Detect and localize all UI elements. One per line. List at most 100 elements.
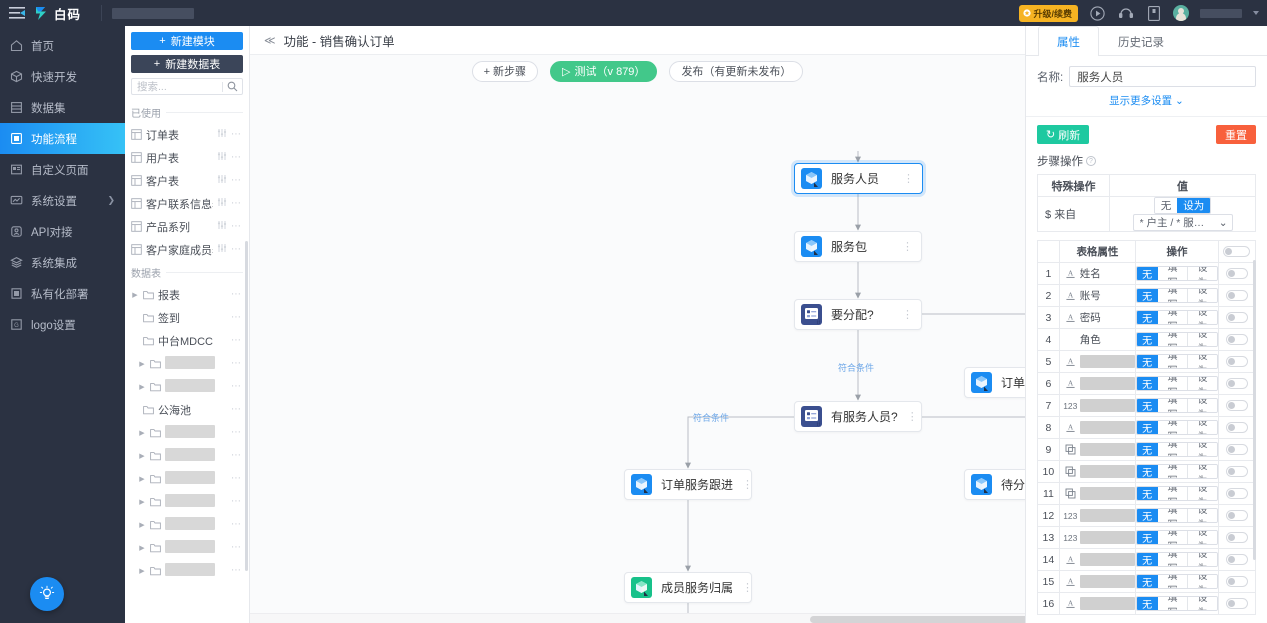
op-fill[interactable]: 填写 [1158,597,1188,610]
tree-item[interactable]: ▶ 报表 ⋯ [131,283,243,306]
list-item[interactable]: 用户表 ⋯ [131,146,243,169]
refresh-button[interactable]: ↻ 刷新 [1037,125,1090,144]
op-fill[interactable]: 填写 [1158,421,1188,434]
ellipsis-icon[interactable]: ⋯ [231,542,241,553]
vertical-dots-icon[interactable]: ⋮ [902,309,915,320]
vertical-dots-icon[interactable]: ⋮ [742,479,755,490]
op-fill[interactable]: 填写 [1158,465,1188,478]
menu-collapse-icon[interactable] [0,7,34,19]
expand-triangle-icon[interactable]: ▶ [138,429,146,437]
vertical-dots-icon[interactable]: ⋮ [742,582,755,593]
op-setto[interactable]: 设为 [1188,399,1217,412]
add-step-button[interactable]: + 新步骤 [471,60,539,82]
op-setto[interactable]: 设为 [1188,553,1217,566]
op-setto[interactable]: 设为 [1188,443,1217,456]
flow-node-n4[interactable]: 订单已完成⋮ [964,367,1025,398]
op-setto[interactable]: 设为 [1188,531,1217,544]
tree-item[interactable]: 中台MDCC ⋯ [131,329,243,352]
op-none[interactable]: 无 [1137,377,1159,390]
filter-icon[interactable] [217,197,227,210]
expand-triangle-icon[interactable]: ▶ [138,521,146,529]
op-setto[interactable]: 设为 [1188,289,1217,302]
expand-triangle-icon[interactable]: ▶ [138,360,146,368]
attributes-scrollbar[interactable] [1253,260,1256,560]
op-none[interactable]: 无 [1137,289,1159,302]
expand-triangle-icon[interactable]: ▶ [131,291,139,299]
op-none[interactable]: 无 [1137,267,1159,280]
ellipsis-icon[interactable]: ⋯ [231,381,241,392]
op-fill[interactable]: 填写 [1158,443,1188,456]
op-fill[interactable]: 填写 [1158,311,1188,324]
list-item[interactable]: 客户联系信息表 ⋯ [131,192,243,215]
double-chevron-left-icon[interactable]: ≪ [264,34,275,47]
filter-icon[interactable] [217,151,227,164]
flow-node-n3[interactable]: if 要分配? ⋮ [794,299,922,330]
upgrade-renew-button[interactable]: 升级/续费 [1019,4,1078,22]
show-more-settings-link[interactable]: 显示更多设置 ⌄ [1037,93,1256,108]
op-setto[interactable]: 设为 [1188,421,1217,434]
op-setto[interactable]: 设为 [1188,487,1217,500]
tree-item[interactable]: ▶ ⋯ [131,421,243,444]
op-setto[interactable]: 设为 [1188,575,1217,588]
ellipsis-icon[interactable]: ⋯ [231,335,241,346]
ellipsis-icon[interactable]: ⋯ [231,496,241,507]
ellipsis-icon[interactable]: ⋯ [231,289,241,300]
seg-option-none[interactable]: 无 [1154,198,1178,213]
sidebar-item-6[interactable]: 系统设置 ❯ [0,185,125,216]
play-circle-icon[interactable] [1089,5,1106,22]
op-none[interactable]: 无 [1137,597,1159,610]
op-none[interactable]: 无 [1137,355,1159,368]
tree-item[interactable]: ▶ ⋯ [131,467,243,490]
op-fill[interactable]: 填写 [1158,399,1188,412]
sidebar-item-7[interactable]: API对接 [0,216,125,247]
op-fill[interactable]: 填写 [1158,509,1188,522]
lightbulb-icon[interactable] [30,577,64,611]
test-button[interactable]: ▷ 测试（v 879） [550,60,658,82]
op-setto[interactable]: 设为 [1188,465,1217,478]
expand-triangle-icon[interactable]: ▶ [138,452,146,460]
brand-logo[interactable]: 白码 [34,4,91,23]
row-toggle[interactable] [1225,268,1248,280]
tree-item[interactable]: 公海池 ⋯ [131,398,243,421]
op-fill[interactable]: 填写 [1158,333,1188,346]
book-icon[interactable] [1145,5,1162,22]
expand-triangle-icon[interactable]: ▶ [138,475,146,483]
name-input[interactable] [1069,66,1256,87]
publish-button[interactable]: 发布（有更新未发布） [669,60,804,82]
op-none[interactable]: 无 [1137,487,1159,500]
explorer-scrollbar[interactable] [245,241,248,571]
row-toggle[interactable] [1225,576,1248,588]
flow-node-n5[interactable]: if 有服务人员? ⋮ [794,401,922,432]
tree-item[interactable]: ▶ ⋯ [131,513,243,536]
tree-item[interactable]: ▶ ⋯ [131,559,243,582]
bulk-toggle[interactable] [1223,246,1251,258]
avatar[interactable] [1173,5,1189,21]
op-fill[interactable]: 填写 [1158,289,1188,302]
row-toggle[interactable] [1225,488,1248,500]
expand-triangle-icon[interactable]: ▶ [138,498,146,506]
row-toggle[interactable] [1225,510,1248,522]
flow-canvas[interactable]: + 新步骤 ▷ 测试（v 879） 发布（有更新未发布） 符合条件 符合条件 服… [250,55,1025,623]
search-icon[interactable] [223,81,242,92]
op-fill[interactable]: 填写 [1158,487,1188,500]
ellipsis-icon[interactable]: ⋯ [231,404,241,415]
ellipsis-icon[interactable]: ⋯ [231,427,241,438]
op-setto[interactable]: 设为 [1188,509,1217,522]
row-toggle[interactable] [1225,312,1248,324]
chevron-down-icon[interactable] [1253,11,1259,15]
op-setto[interactable]: 设为 [1188,597,1217,610]
expand-triangle-icon[interactable]: ▶ [138,544,146,552]
tree-item[interactable]: 签到 ⋯ [131,306,243,329]
list-item[interactable]: 客户表 ⋯ [131,169,243,192]
tab-1[interactable]: 属性 [1038,26,1099,56]
vertical-dots-icon[interactable]: ⋮ [907,411,920,422]
seg-option-setto[interactable]: 设为 [1177,198,1211,213]
filter-icon[interactable] [217,128,227,141]
ellipsis-icon[interactable]: ⋯ [231,129,241,140]
row-toggle[interactable] [1225,466,1248,478]
expand-triangle-icon[interactable]: ▶ [138,567,146,575]
op-none[interactable]: 无 [1137,465,1159,478]
op-fill[interactable]: 填写 [1158,575,1188,588]
ellipsis-icon[interactable]: ⋯ [231,244,241,255]
op-none[interactable]: 无 [1137,509,1159,522]
